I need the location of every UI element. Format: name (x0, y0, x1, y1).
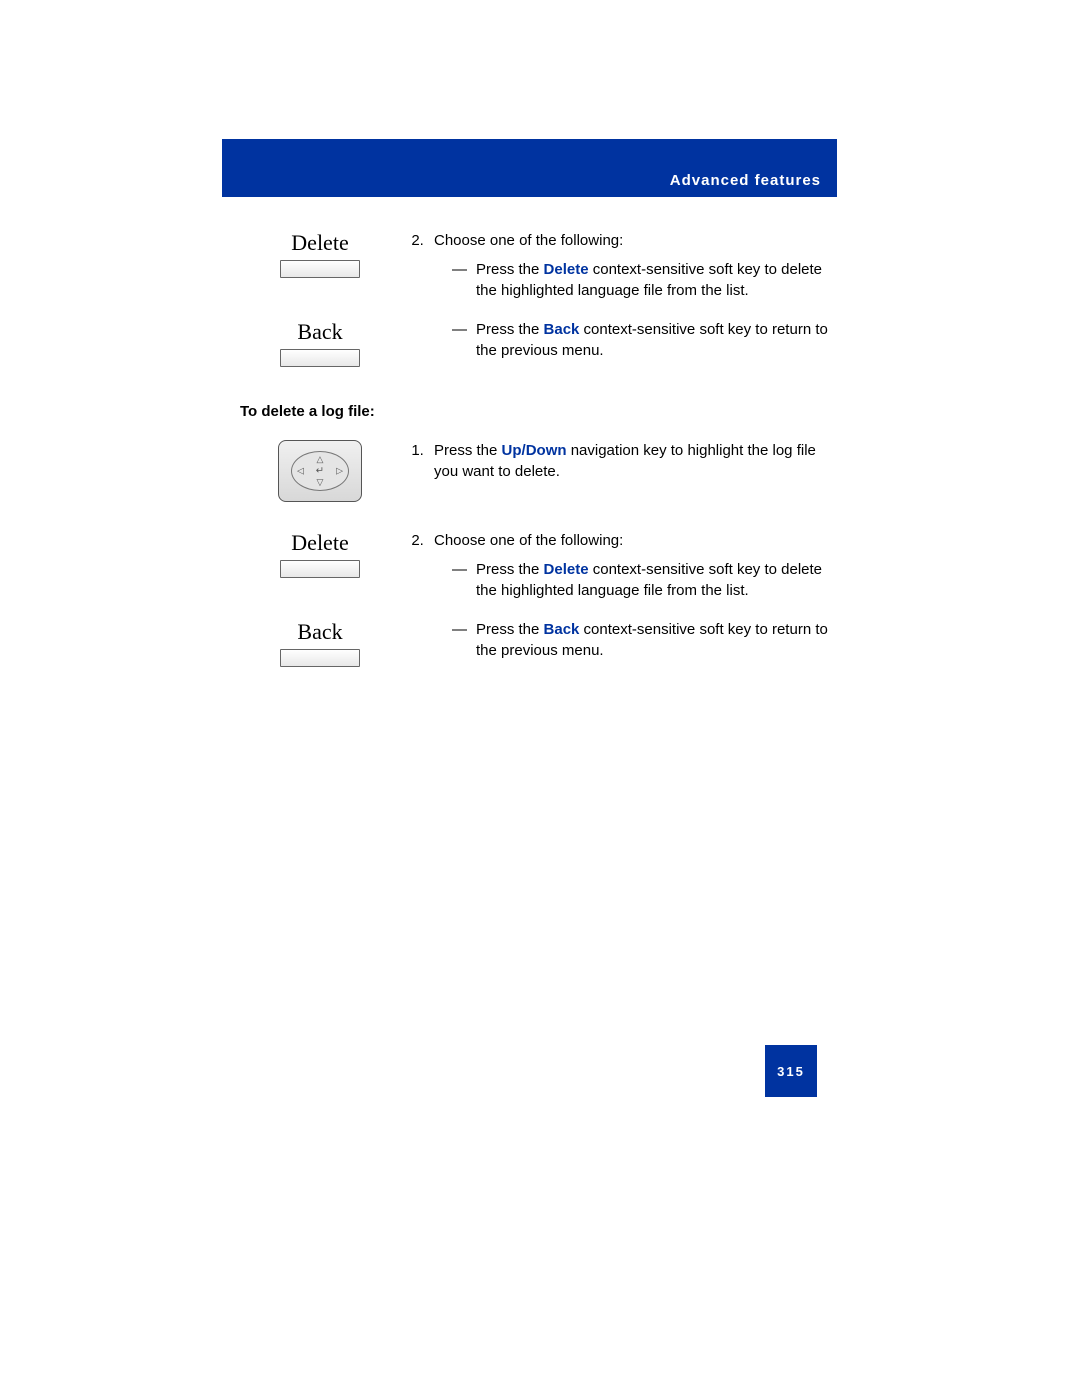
nav-key-icon: △ ▽ ◁ ▷ ↵ (278, 440, 362, 502)
section2-step2-text: Choose one of the following: Press the D… (400, 530, 840, 611)
section2-text-bottom: Press the Back context-sensitive soft ke… (400, 619, 840, 671)
section1-step2-intro: Choose one of the following: (434, 232, 623, 249)
section1-text-bottom: Press the Back context-sensitive soft ke… (400, 319, 840, 371)
nav-key-block: △ ▽ ◁ ▷ ↵ (240, 440, 400, 502)
softkey-back-block-2: Back (240, 619, 400, 671)
section1-row1: Delete Choose one of the following: Pres… (240, 230, 840, 311)
softkey-back-block: Back (240, 319, 400, 371)
softkey-delete-label: Delete (291, 230, 348, 256)
softkey-delete-label-2: Delete (291, 530, 348, 556)
section2-step1: Press the Up/Down navigation key to high… (428, 440, 840, 482)
section2-bullet2: Press the Back context-sensitive soft ke… (452, 619, 840, 661)
section2-row1: △ ▽ ◁ ▷ ↵ Press the Up/Down navigation k… (240, 440, 840, 502)
text: Press the (476, 621, 544, 638)
softkey-back-label-2: Back (297, 619, 342, 645)
bold-text: Delete (544, 261, 589, 278)
text: Press the (476, 561, 544, 578)
softkey-delete-block: Delete (240, 230, 400, 311)
section1-bullet2: Press the Back context-sensitive soft ke… (452, 319, 840, 361)
content-area: Delete Choose one of the following: Pres… (240, 230, 840, 683)
section2-step2: Choose one of the following: Press the D… (428, 530, 840, 601)
softkey-button-icon (280, 560, 360, 578)
softkey-back-label: Back (297, 319, 342, 345)
softkey-button-icon (280, 649, 360, 667)
section2-row3: Back Press the Back context-sensitive so… (240, 619, 840, 671)
header-title: Advanced features (670, 172, 821, 189)
bold-text: Up/Down (502, 442, 567, 459)
section2-step2-intro: Choose one of the following: (434, 532, 623, 549)
page-number: 315 (765, 1045, 817, 1097)
section1-step2: Choose one of the following: Press the D… (428, 230, 840, 301)
softkey-button-icon (280, 349, 360, 367)
bold-text: Back (544, 321, 580, 338)
section1-row2: Back Press the Back context-sensitive so… (240, 319, 840, 371)
header-bar: Advanced features (222, 139, 837, 197)
section2-bullet1: Press the Delete context-sensitive soft … (452, 559, 840, 601)
text: Press the (476, 261, 544, 278)
section2-row2: Delete Choose one of the following: Pres… (240, 530, 840, 611)
bold-text: Delete (544, 561, 589, 578)
section2-step1-text: Press the Up/Down navigation key to high… (400, 440, 840, 502)
text: Press the (476, 321, 544, 338)
page: Advanced features Delete Choose one of t… (0, 0, 1080, 1397)
softkey-delete-block-2: Delete (240, 530, 400, 611)
text: Press the (434, 442, 502, 459)
section1-bullet1: Press the Delete context-sensitive soft … (452, 259, 840, 301)
section1-text-top: Choose one of the following: Press the D… (400, 230, 840, 311)
section2-heading: To delete a log file: (240, 403, 840, 420)
softkey-button-icon (280, 260, 360, 278)
bold-text: Back (544, 621, 580, 638)
